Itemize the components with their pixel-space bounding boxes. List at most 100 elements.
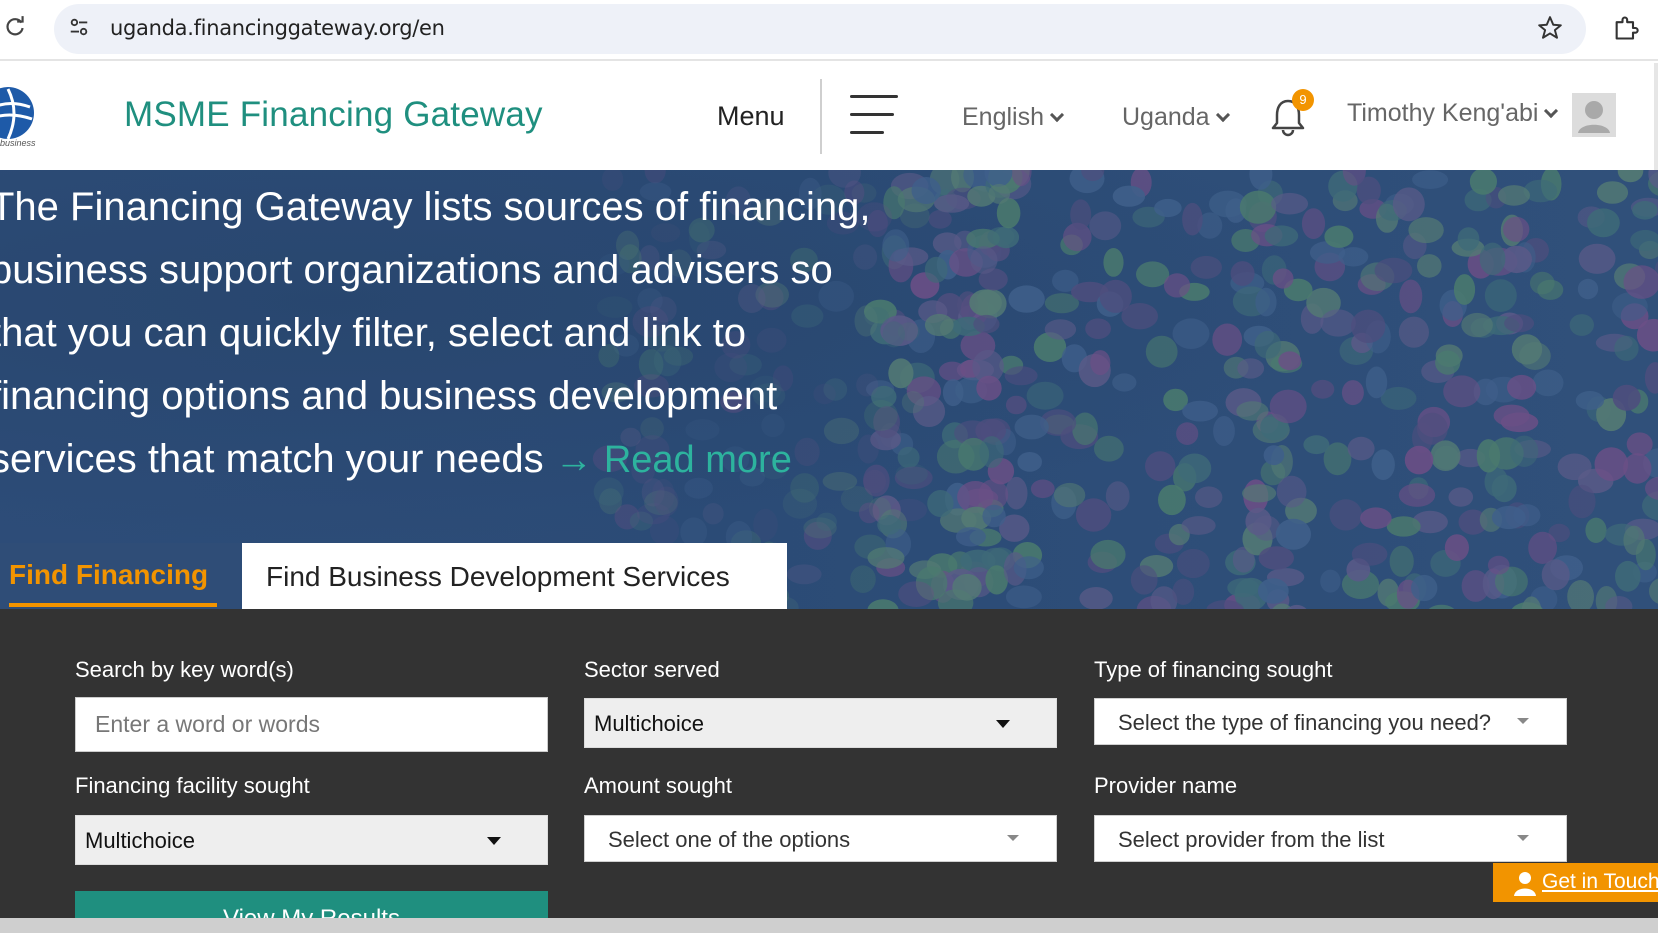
caret-down-icon [996, 720, 1010, 728]
language-value: English [962, 103, 1044, 131]
berry-texture [891, 498, 927, 522]
read-more-link[interactable]: Read more [604, 439, 792, 481]
provider-label: Provider name [1094, 773, 1238, 798]
berry-texture [982, 504, 1006, 528]
country-dropdown[interactable]: Uganda [1122, 103, 1230, 132]
berry-texture [1163, 273, 1191, 298]
berry-texture [1212, 323, 1243, 356]
tab-find-business-services[interactable]: Find Business Development Services [242, 543, 787, 609]
berry-texture [1615, 560, 1641, 592]
berry-texture [1623, 525, 1645, 555]
berry-texture [1398, 316, 1429, 348]
berry-texture [1190, 255, 1223, 279]
berry-texture [1510, 435, 1539, 467]
bookmark-star-icon[interactable] [1537, 15, 1563, 41]
berry-texture [927, 490, 954, 517]
berry-texture [1026, 381, 1064, 410]
berry-texture [1632, 201, 1658, 220]
berry-texture [1227, 578, 1260, 598]
berry-texture [1644, 362, 1658, 394]
berry-texture [1386, 516, 1421, 537]
caret-down-icon [1517, 718, 1529, 724]
berry-texture [1649, 578, 1658, 604]
user-menu-dropdown[interactable]: Timothy Keng'abi [1347, 99, 1559, 128]
berry-texture [1255, 287, 1277, 317]
site-info-icon[interactable] [68, 16, 90, 38]
berry-texture [1090, 539, 1126, 570]
tab-find-financing-label: Find Financing [9, 559, 209, 590]
berry-texture [969, 289, 1002, 317]
berry-texture [1435, 350, 1461, 375]
arrow-right-icon[interactable]: → [555, 439, 593, 481]
berry-texture [1275, 518, 1311, 550]
berry-texture [1617, 170, 1644, 183]
get-in-touch-label: Get in Touch [1542, 870, 1658, 893]
amount-select-value: Select one of the options [608, 827, 851, 852]
url-text[interactable]: uganda.financinggateway.org/en [110, 16, 445, 40]
tab-find-business-services-label: Find Business Development Services [266, 561, 730, 592]
berry-texture [1303, 435, 1330, 455]
berry-texture [1443, 375, 1481, 408]
berry-texture [1014, 414, 1049, 440]
get-in-touch-button[interactable]: Get in Touch [1493, 863, 1658, 902]
hero-line: financing options and business developme… [0, 374, 778, 418]
menu-label[interactable]: Menu [717, 101, 785, 132]
berry-texture [1320, 309, 1356, 337]
berry-texture [1008, 285, 1045, 313]
berry-texture [1596, 181, 1629, 204]
tab-find-financing[interactable]: Find Financing [0, 543, 240, 609]
berry-texture [1276, 475, 1307, 508]
berry-texture [1365, 366, 1388, 399]
berry-texture [1044, 319, 1077, 340]
berry-texture [1079, 587, 1113, 609]
berry-texture [1575, 391, 1605, 410]
berry-texture [952, 573, 982, 601]
financing-type-select[interactable]: Select the type of financing you need? [1094, 698, 1567, 745]
berry-texture [1461, 312, 1493, 338]
site-title[interactable]: MSME Financing Gateway [124, 95, 543, 135]
berry-texture [1493, 404, 1530, 427]
berry-texture [1112, 185, 1146, 207]
hamburger-menu-icon[interactable] [850, 95, 898, 135]
berry-texture [1351, 542, 1388, 566]
berry-texture [1030, 479, 1055, 499]
berry-texture [976, 375, 1002, 401]
berry-texture [1457, 227, 1480, 251]
berry-texture [1630, 229, 1658, 251]
menu-divider [820, 79, 822, 154]
berry-texture [1444, 534, 1469, 561]
berry-texture [1567, 580, 1594, 609]
facility-select[interactable]: Multichoice [75, 815, 548, 865]
caret-down-icon [1517, 835, 1529, 841]
berry-texture [1498, 185, 1530, 206]
berry-texture [1532, 369, 1564, 397]
berry-texture [934, 194, 970, 213]
berry-texture [1094, 435, 1124, 462]
extensions-icon[interactable] [1612, 14, 1640, 42]
reload-icon[interactable] [2, 14, 28, 40]
amount-select[interactable]: Select one of the options [584, 815, 1057, 862]
berry-texture [1176, 422, 1199, 445]
berry-texture [1195, 486, 1223, 509]
sector-select[interactable]: Multichoice [584, 698, 1057, 748]
berry-texture [955, 527, 986, 547]
berry-texture [1112, 373, 1137, 392]
berry-texture [1614, 335, 1639, 361]
berry-texture [1568, 484, 1596, 519]
berry-texture [1311, 379, 1335, 399]
berry-texture [786, 564, 822, 585]
berry-texture [1172, 578, 1195, 605]
berry-texture [979, 436, 1004, 468]
hero-line: services that match your needs [0, 437, 544, 481]
horizontal-scrollbar[interactable] [0, 918, 1658, 933]
provider-select[interactable]: Select provider from the list [1094, 815, 1567, 862]
berry-texture [1085, 318, 1111, 339]
avatar[interactable] [1572, 93, 1616, 137]
berry-texture [1412, 170, 1449, 189]
berry-texture [1017, 452, 1042, 472]
keyword-search-input[interactable] [75, 697, 548, 752]
berry-texture [1587, 208, 1620, 238]
berry-texture [1392, 187, 1425, 222]
language-dropdown[interactable]: English [962, 103, 1065, 132]
berry-texture [1176, 548, 1210, 579]
